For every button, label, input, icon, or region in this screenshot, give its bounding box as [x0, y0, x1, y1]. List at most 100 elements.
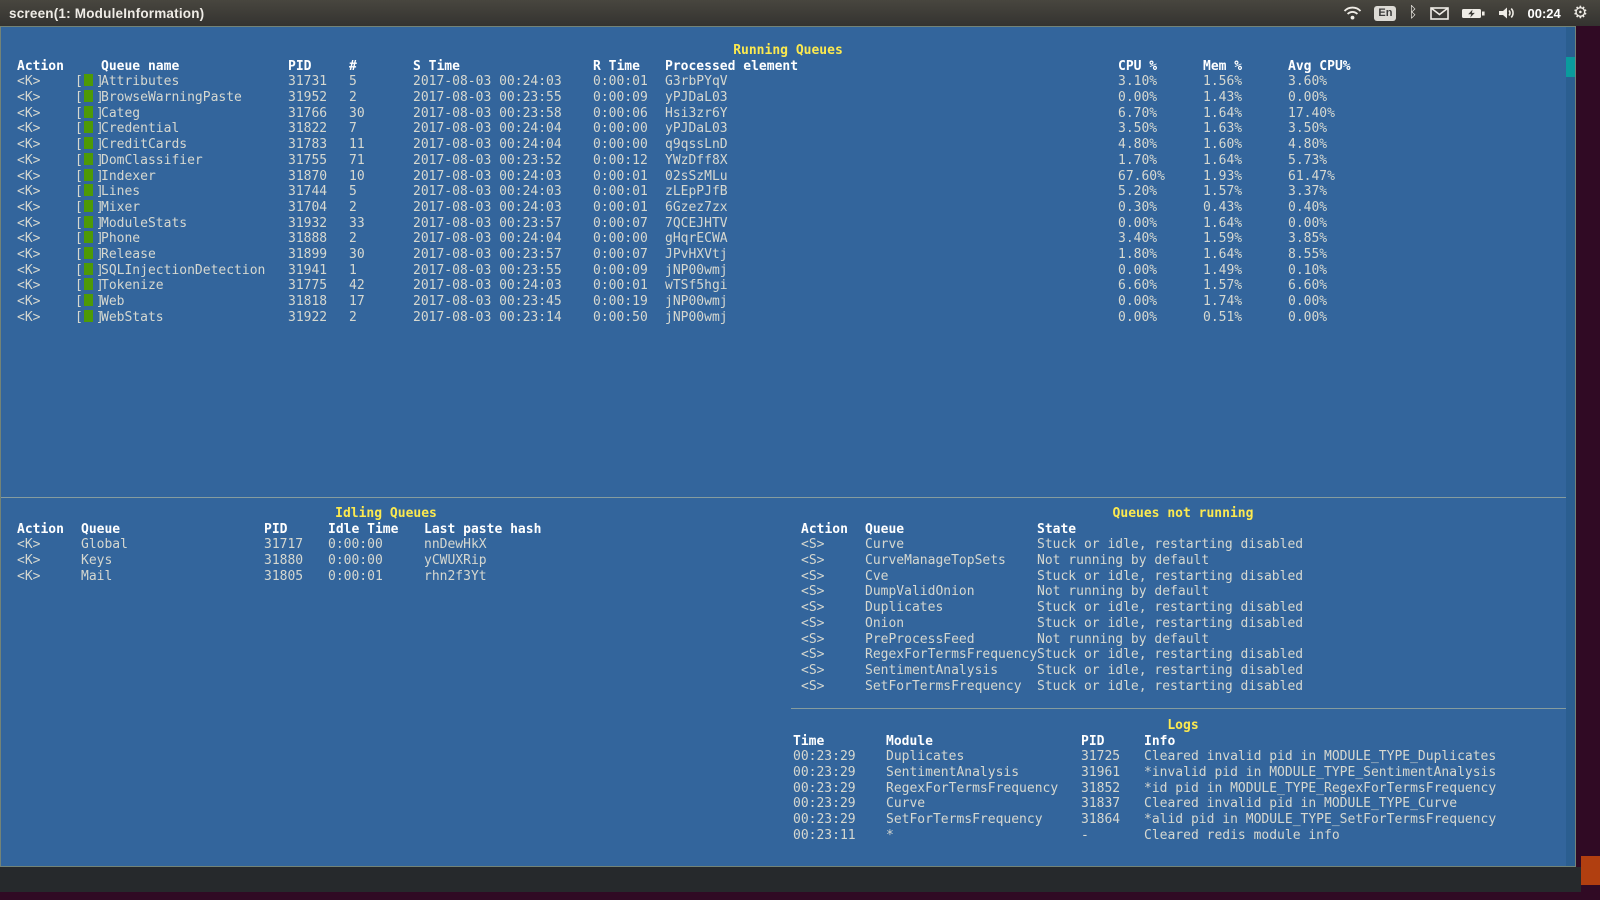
running-queue-row: <K> [] CreditCards 31783 11 2017-08-03 0… [1, 137, 1575, 153]
window-title: screen(1: ModuleInformation) [0, 6, 204, 21]
queue-buffer-indicator: [] [75, 247, 101, 263]
green-bar-icon [84, 90, 93, 102]
idling-queue-row: <K> Global 31717 0:00:00 nnDewHkX [1, 537, 771, 553]
running-queue-row: <K> [] Categ 31766 30 2017-08-03 00:23:5… [1, 106, 1575, 122]
row-mem: 1.74% [1203, 294, 1288, 310]
not-running-queue-row: <S> Cve Stuck or idle, restarting disabl… [791, 569, 1575, 585]
row-mem: 1.64% [1203, 106, 1288, 122]
row-pid: 31899 [288, 247, 349, 263]
terminal-screen[interactable]: Running Queues Action Queue name PID # S… [0, 26, 1576, 867]
green-bar-icon [84, 121, 93, 133]
row-count: 1 [349, 263, 413, 279]
logs-header: Time Module PID Info [791, 734, 1575, 750]
row-processed-element: jNP00wmj [665, 310, 1118, 326]
row-pid: 31805 [264, 569, 328, 585]
row-action: <S> [801, 632, 865, 648]
row-count: 11 [349, 137, 413, 153]
row-queue-name: DomClassifier [101, 153, 288, 169]
row-action: <K> [17, 231, 75, 247]
col-header-pid: PID [288, 59, 349, 75]
running-queues-section: Running Queues Action Queue name PID # S… [1, 43, 1575, 325]
row-processed-element: wTSf5hgi [665, 278, 1118, 294]
not-running-queue-row: <S> PreProcessFeed Not running by defaul… [791, 632, 1575, 648]
log-row: 00:23:29 Curve 31837 Cleared invalid pid… [791, 796, 1575, 812]
row-action: <K> [17, 553, 81, 569]
row-avg-cpu: 3.50% [1288, 121, 1327, 137]
green-bar-icon [84, 294, 93, 306]
row-count: 30 [349, 247, 413, 263]
row-pid: 31717 [264, 537, 328, 553]
row-queue-name: Phone [101, 231, 288, 247]
row-queue-name: Web [101, 294, 288, 310]
row-queue: PreProcessFeed [865, 632, 1037, 648]
bracket-open: [ [75, 137, 83, 152]
col-header-pid: PID [264, 522, 328, 538]
col-header-module: Module [886, 734, 1081, 750]
col-header-pid: PID [1081, 734, 1144, 750]
green-bar-icon [84, 278, 93, 290]
green-bar-icon [84, 263, 93, 275]
col-header-count: # [349, 59, 413, 75]
row-processed-element: yPJDaL03 [665, 90, 1118, 106]
mail-icon[interactable] [1430, 3, 1449, 23]
queues-not-running-rows: <S> Curve Stuck or idle, restarting disa… [791, 537, 1575, 694]
section-divider [1, 497, 1575, 498]
row-pid: 31725 [1081, 749, 1144, 765]
row-queue-name: BrowseWarningPaste [101, 90, 288, 106]
row-last-paste-hash: nnDewHkX [424, 537, 487, 553]
session-gear-icon[interactable]: ⚙ [1573, 3, 1588, 23]
row-module: Duplicates [886, 749, 1081, 765]
scrollbar-thumb[interactable] [1566, 57, 1575, 77]
row-pid: 31864 [1081, 812, 1144, 828]
row-time: 00:23:11 [793, 828, 886, 844]
panel-clock[interactable]: 00:24 [1528, 6, 1561, 21]
row-processed-element: 7QCEJHTV [665, 216, 1118, 232]
row-count: 7 [349, 121, 413, 137]
row-state: Stuck or idle, restarting disabled [1037, 616, 1303, 632]
row-r-time: 0:00:50 [593, 310, 665, 326]
row-s-time: 2017-08-03 00:24:04 [413, 137, 593, 153]
row-r-time: 0:00:01 [593, 200, 665, 216]
row-count: 5 [349, 74, 413, 90]
green-bar-icon [84, 106, 93, 118]
row-queue: Keys [81, 553, 264, 569]
row-pid: 31961 [1081, 765, 1144, 781]
running-queue-row: <K> [] Phone 31888 2 2017-08-03 00:24:04… [1, 231, 1575, 247]
battery-icon[interactable] [1461, 3, 1486, 23]
row-s-time: 2017-08-03 00:23:55 [413, 90, 593, 106]
row-queue-name: Categ [101, 106, 288, 122]
row-mem: 0.51% [1203, 310, 1288, 326]
queue-buffer-indicator: [] [75, 74, 101, 90]
row-last-paste-hash: yCWUXRip [424, 553, 487, 569]
row-r-time: 0:00:01 [593, 278, 665, 294]
row-processed-element: YWzDff8X [665, 153, 1118, 169]
green-bar-icon [84, 169, 93, 181]
row-count: 71 [349, 153, 413, 169]
row-avg-cpu: 0.40% [1288, 200, 1327, 216]
row-s-time: 2017-08-03 00:24:03 [413, 184, 593, 200]
row-processed-element: 02sSzMLu [665, 169, 1118, 185]
row-pid: 31888 [288, 231, 349, 247]
row-cpu: 3.10% [1118, 74, 1203, 90]
row-processed-element: G3rbPYqV [665, 74, 1118, 90]
row-module: RegexForTermsFrequency [886, 781, 1081, 797]
keyboard-layout-indicator[interactable]: En [1374, 6, 1396, 21]
row-r-time: 0:00:07 [593, 216, 665, 232]
row-r-time: 0:00:19 [593, 294, 665, 310]
row-pid: 31775 [288, 278, 349, 294]
volume-icon[interactable] [1498, 3, 1516, 23]
bluetooth-icon[interactable]: ᛒ [1408, 3, 1417, 23]
row-avg-cpu: 3.60% [1288, 74, 1327, 90]
log-row: 00:23:11 * - Cleared redis module info [791, 828, 1575, 844]
row-queue: Onion [865, 616, 1037, 632]
queue-buffer-indicator: [] [75, 153, 101, 169]
idling-queues-section: Idling Queues Action Queue PID Idle Time… [1, 506, 771, 584]
row-queue-name: Credential [101, 121, 288, 137]
green-bar-icon [84, 310, 93, 322]
row-cpu: 3.40% [1118, 231, 1203, 247]
running-queue-row: <K> [] Attributes 31731 5 2017-08-03 00:… [1, 74, 1575, 90]
wifi-icon[interactable] [1343, 3, 1362, 23]
green-bar-icon [84, 137, 93, 149]
scrollbar-track[interactable] [1566, 27, 1575, 866]
queue-buffer-indicator: [] [75, 169, 101, 185]
